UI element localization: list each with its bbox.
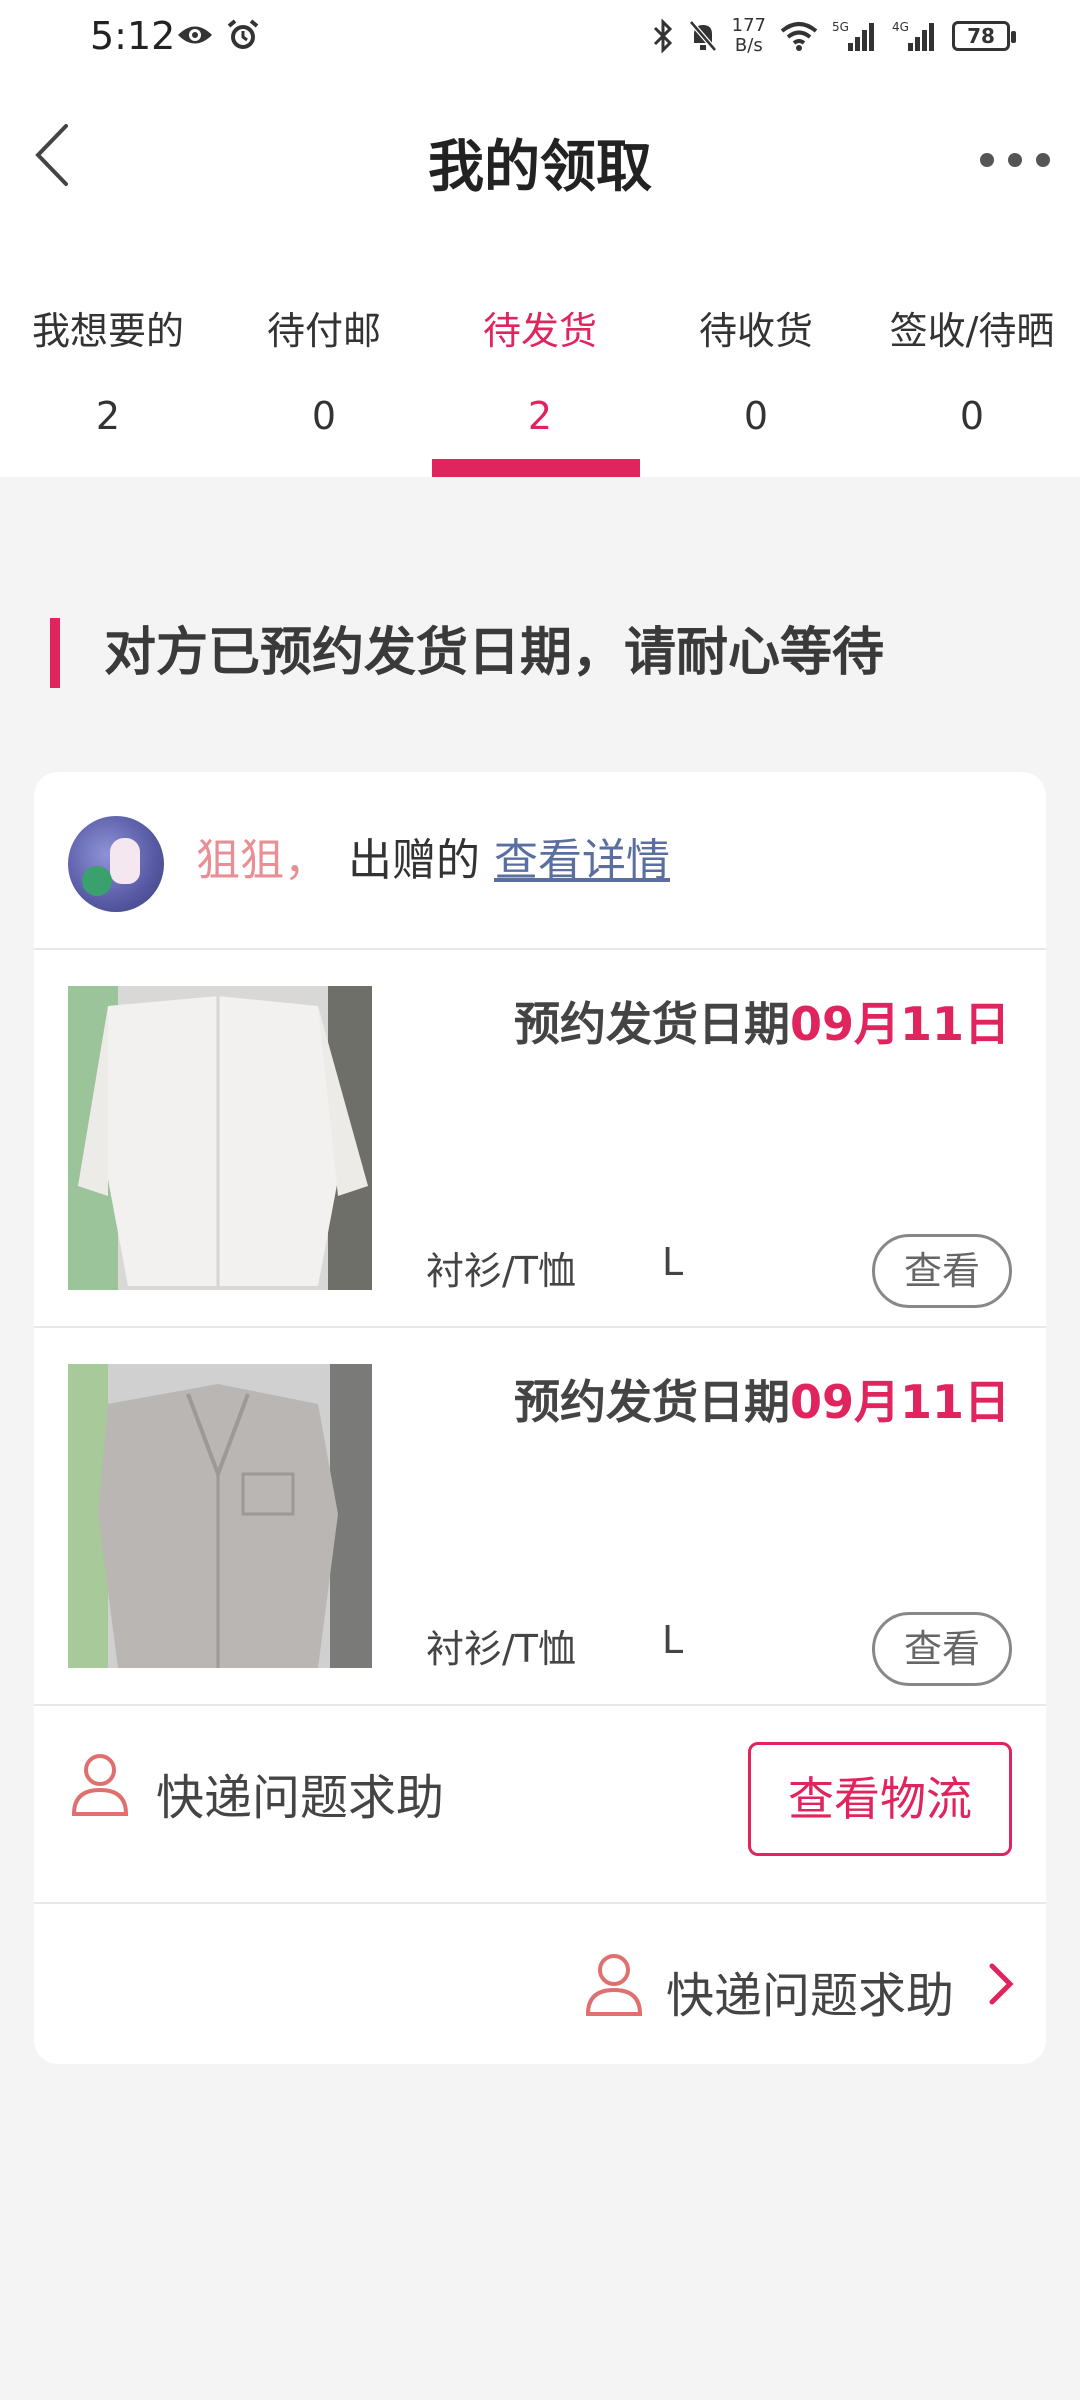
net-speed: 177 B/s xyxy=(731,15,766,56)
item-photo-grey-shirt[interactable] xyxy=(68,1364,372,1668)
alarm-icon xyxy=(227,19,259,49)
svg-text:4G: 4G xyxy=(892,20,909,34)
item-category: 衬衫/T恤 xyxy=(426,1627,577,1671)
shipment-notice: 对方已预约发货日期，请耐心等待 xyxy=(50,618,884,688)
tab-pending-postage[interactable]: 待付邮 0 xyxy=(216,290,432,477)
view-logistics-button[interactable]: 查看物流 xyxy=(748,1742,1012,1856)
ship-date: 09月11日 xyxy=(789,997,1010,1051)
battery-indicator: 78 xyxy=(952,21,1016,51)
avatar[interactable] xyxy=(68,816,164,912)
view-detail-link[interactable]: 查看详情 xyxy=(494,835,670,886)
tab-want[interactable]: 我想要的 2 xyxy=(0,290,216,477)
ship-date-line: 预约发货日期09月11日 xyxy=(513,997,1010,1051)
order-card-header: 狙狙， 出赠的 查看详情 xyxy=(34,772,1046,950)
eye-icon xyxy=(178,26,212,44)
item-size: L xyxy=(662,1240,684,1284)
wifi-icon xyxy=(780,22,818,51)
view-item-button[interactable]: 查看 xyxy=(872,1234,1012,1308)
bluetooth-icon xyxy=(653,19,672,53)
item-size: L xyxy=(662,1618,684,1662)
gave-text: 出赠的 xyxy=(348,835,480,886)
signal-4g-icon: 4G xyxy=(892,20,934,51)
courier-help-label: 快递问题求助 xyxy=(666,1968,955,2024)
page-title: 我的领取 xyxy=(428,135,652,200)
giver-line: 狙狙， 出赠的 查看详情 xyxy=(196,826,670,896)
tab-pending-shipment[interactable]: 待发货 2 xyxy=(432,290,648,477)
top-panel: 5:12 177 B/s 5G 4G 78 我的领取 我想要的 2 待付邮 0 … xyxy=(0,0,1080,477)
status-time: 5:12 xyxy=(90,14,176,58)
ship-date: 09月11日 xyxy=(789,1375,1010,1429)
signal-5g-icon: 5G xyxy=(832,20,874,51)
item-category: 衬衫/T恤 xyxy=(426,1249,577,1293)
item-photo-white-shirt[interactable] xyxy=(68,986,372,1290)
view-item-button[interactable]: 查看 xyxy=(872,1612,1012,1686)
mute-bell-icon xyxy=(688,20,717,52)
list-item: 预约发货日期09月11日 衬衫/T恤 L 查看 xyxy=(34,950,1046,1328)
status-bar: 5:12 177 B/s 5G 4G 78 xyxy=(0,0,1080,80)
active-tab-indicator xyxy=(432,459,640,477)
person-icon xyxy=(585,1954,643,2016)
courier-help-link[interactable]: 快递问题求助 xyxy=(156,1758,444,1828)
status-tabs: 我想要的 2 待付邮 0 待发货 2 待收货 0 签收/待晒 0 xyxy=(0,290,1080,477)
list-item: 预约发货日期09月11日 衬衫/T恤 L 查看 xyxy=(34,1328,1046,1706)
courier-help-row: 快递问题求助 查看物流 xyxy=(34,1706,1046,1904)
tab-received-share[interactable]: 签收/待晒 0 xyxy=(864,290,1080,477)
giver-name[interactable]: 狙狙， xyxy=(196,835,328,886)
courier-help-footer[interactable]: 快递问题求助 xyxy=(34,1904,1046,2064)
chevron-right-icon xyxy=(989,1963,1014,2005)
person-icon xyxy=(71,1754,129,1816)
more-button[interactable] xyxy=(980,140,1050,180)
tab-pending-receipt[interactable]: 待收货 0 xyxy=(648,290,864,477)
order-card: 狙狙， 出赠的 查看详情 预约发货日期09月11日 衬衫/T恤 L 查看 预约发… xyxy=(34,772,1046,2064)
ship-date-line: 预约发货日期09月11日 xyxy=(513,1375,1010,1429)
svg-text:5G: 5G xyxy=(832,20,849,34)
more-dots-icon xyxy=(980,153,994,167)
